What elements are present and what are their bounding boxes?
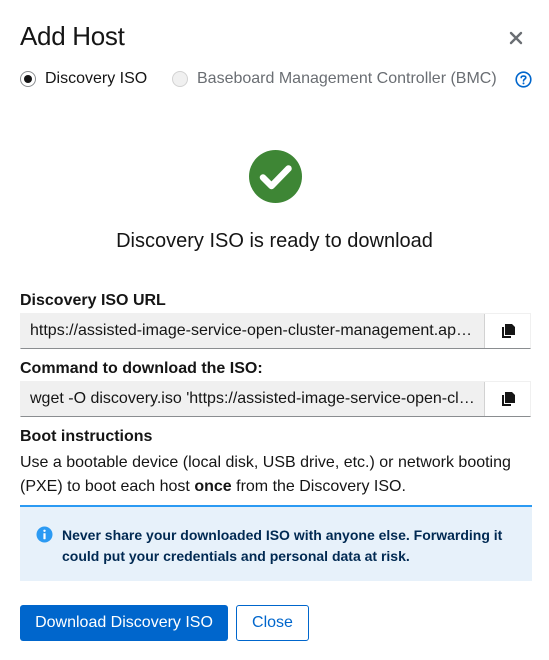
download-command-label: Command to download the ISO:: [20, 360, 263, 377]
radio-discovery-iso-label: Discovery ISO: [45, 70, 148, 87]
copy-icon: [501, 392, 515, 406]
radio-discovery-iso[interactable]: Discovery ISO: [20, 67, 147, 91]
modal-title: Add Host: [20, 21, 125, 51]
close-icon[interactable]: [506, 28, 526, 48]
iso-url-field: https://assisted-image-service-open-clus…: [20, 313, 531, 349]
question-circle-icon[interactable]: [515, 71, 532, 88]
radio-bmc-label: Baseboard Management Controller (BMC): [197, 70, 497, 87]
download-discovery-iso-button[interactable]: Download Discovery ISO: [20, 605, 228, 641]
info-circle-icon: [36, 526, 53, 543]
copy-iso-url-button[interactable]: [484, 314, 530, 348]
close-button[interactable]: Close: [236, 605, 309, 641]
status-message: Discovery ISO is ready to download: [116, 230, 433, 252]
security-alert: Never share your downloaded ISO with any…: [20, 505, 532, 581]
copy-command-button[interactable]: [484, 382, 530, 416]
check-circle-icon: [249, 150, 302, 203]
radio-bmc: Baseboard Management Controller (BMC): [172, 67, 497, 91]
boot-instructions-title: Boot instructions: [20, 428, 153, 445]
boot-instructions-text: Use a bootable device (local disk, USB d…: [20, 451, 530, 499]
boot-text-bold: once: [194, 478, 232, 495]
radio-discovery-iso-control[interactable]: [20, 71, 36, 87]
iso-url-input[interactable]: https://assisted-image-service-open-clus…: [21, 314, 484, 348]
download-command-field: wget -O discovery.iso 'https://assisted-…: [20, 381, 531, 417]
copy-icon: [501, 324, 515, 338]
radio-bmc-control: [172, 71, 188, 87]
iso-url-label: Discovery ISO URL: [20, 292, 166, 309]
boot-text-after: from the Discovery ISO.: [231, 478, 406, 495]
download-command-input[interactable]: wget -O discovery.iso 'https://assisted-…: [21, 382, 484, 416]
alert-message: Never share your downloaded ISO with any…: [62, 527, 503, 564]
